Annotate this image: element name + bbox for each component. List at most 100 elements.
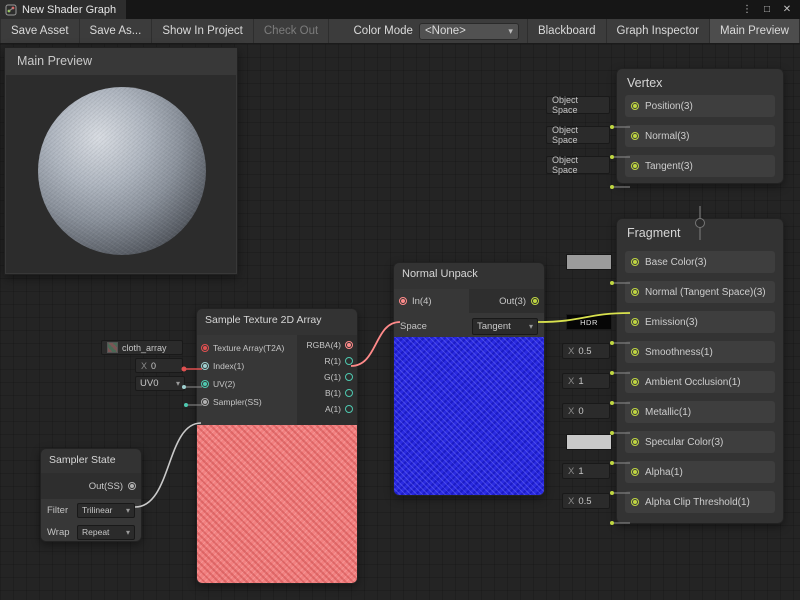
base-color-swatch[interactable] [566,254,612,270]
metallic-port[interactable] [631,408,639,416]
space-dropdown[interactable]: Tangent ▾ [472,318,538,335]
filter-dropdown[interactable]: Trilinear ▾ [77,503,135,518]
normal-unpack-node[interactable]: Normal Unpack In(4) Out(3) Space Tangent… [393,262,545,496]
color-mode-dropdown[interactable]: <None> ▾ [419,23,519,40]
fragment-row-specular-color[interactable]: Specular Color(3) [625,431,775,453]
output-g[interactable]: G(1) [297,369,357,385]
sampler-state-ports: Out(SS) [41,473,141,499]
fragment-row-smoothness[interactable]: Smoothness(1) [625,341,775,363]
sampler-port[interactable] [201,398,209,406]
alpha-field[interactable]: X 1 [562,463,610,479]
x-label: X [568,406,574,417]
texture-array-field[interactable]: cloth_array [101,340,183,355]
main-preview-toggle[interactable]: Main Preview [710,19,800,43]
color-mode-value: <None> [425,25,466,37]
specular-color-port[interactable] [631,438,639,446]
vertex-row-tangent[interactable]: Tangent(3) [625,155,775,177]
ambient-occlusion-field[interactable]: X 1 [562,373,610,389]
save-as-button[interactable]: Save As... [80,19,153,43]
unpack-out-row[interactable]: Out(3) [469,289,544,313]
b-port[interactable] [345,389,353,397]
a-port[interactable] [345,405,353,413]
alpha-clip-field[interactable]: X 0.5 [562,493,610,509]
metallic-field[interactable]: X 0 [562,403,610,419]
input-sampler[interactable]: Sampler(SS) [197,393,297,411]
output-a[interactable]: A(1) [297,401,357,417]
unpack-in-row[interactable]: In(4) [394,289,469,313]
check-out-button: Check Out [254,19,329,43]
fragment-row-alpha-clip[interactable]: Alpha Clip Threshold(1) [625,491,775,513]
texture-array-port[interactable] [201,344,209,352]
maximize-icon[interactable]: □ [759,2,775,18]
input-uv[interactable]: UV(2) [197,375,297,393]
sample-texture-2d-array-node[interactable]: Sample Texture 2D Array Texture Array(T2… [196,308,358,584]
r-port[interactable] [345,357,353,365]
position-port[interactable] [631,102,639,110]
input-index[interactable]: Index(1) [197,357,297,375]
output-r[interactable]: R(1) [297,353,357,369]
fragment-row-normal-ts[interactable]: Normal (Tangent Space)(3) [625,281,775,303]
tangent-space-dropdown[interactable]: Object Space [546,156,610,174]
rgba-port[interactable] [345,341,353,349]
specular-color-swatch[interactable] [566,434,612,450]
wrap-dropdown[interactable]: Repeat ▾ [77,525,135,540]
vertex-row-position[interactable]: Position(3) [625,95,775,117]
texture-icon [107,342,118,353]
fragment-row-emission[interactable]: Emission(3) [625,311,775,333]
smoothness-port[interactable] [631,348,639,356]
vertex-node[interactable]: Vertex Position(3) Normal(3) Tangent(3) [616,68,784,184]
menu-icon[interactable]: ⋮ [739,2,755,18]
x-label: X [568,346,574,357]
uv-channel-value: UV0 [140,378,158,389]
normal-port[interactable] [631,132,639,140]
specular-color-label: Specular Color(3) [645,437,723,448]
emission-hdr-field[interactable]: HDR [566,314,612,330]
output-rgba[interactable]: RGBA(4) [297,337,357,353]
index-field[interactable]: X 0 [135,358,183,373]
graph-inspector-toggle[interactable]: Graph Inspector [607,19,710,43]
main-preview-panel[interactable]: Main Preview [4,47,238,275]
g-port[interactable] [345,373,353,381]
fragment-node[interactable]: Fragment Base Color(3) Normal (Tangent S… [616,218,784,524]
unpack-out-port[interactable] [531,297,539,305]
emission-port[interactable] [631,318,639,326]
graph-canvas[interactable]: Main Preview Vertex Position(3) Normal(3… [0,44,800,600]
ambient-occlusion-port[interactable] [631,378,639,386]
save-asset-button[interactable]: Save Asset [0,19,80,43]
uv-port[interactable] [201,380,209,388]
fragment-row-alpha[interactable]: Alpha(1) [625,461,775,483]
alpha-clip-port[interactable] [631,498,639,506]
sampler-state-node[interactable]: Sampler State Out(SS) Filter Trilinear ▾… [40,448,142,542]
index-port[interactable] [201,362,209,370]
sampler-out-row[interactable]: Out(SS) [61,473,141,499]
sampler-out-port[interactable] [128,482,136,490]
edge-samplerstate-to-sampler[interactable] [135,423,201,507]
document-tab[interactable]: New Shader Graph [0,0,126,19]
unpack-in-label: In(4) [412,296,432,307]
normal-space-dropdown[interactable]: Object Space [546,126,610,144]
tangent-port[interactable] [631,162,639,170]
unpack-in-port[interactable] [399,297,407,305]
cloth-texture-preview [197,425,357,583]
close-icon[interactable]: ✕ [779,2,795,18]
position-space-dropdown[interactable]: Object Space [546,96,610,114]
alpha-port[interactable] [631,468,639,476]
blackboard-toggle[interactable]: Blackboard [527,19,607,43]
vertex-row-normal[interactable]: Normal(3) [625,125,775,147]
fragment-row-base-color[interactable]: Base Color(3) [625,251,775,273]
input-texture-array[interactable]: Texture Array(T2A) [197,339,297,357]
smoothness-field[interactable]: X 0.5 [562,343,610,359]
fragment-row-metallic[interactable]: Metallic(1) [625,401,775,423]
a-label: A(1) [325,404,341,414]
b-label: B(1) [325,388,341,398]
stub-dot [610,371,614,375]
main-preview-body [6,75,236,273]
output-b[interactable]: B(1) [297,385,357,401]
show-in-project-button[interactable]: Show In Project [152,19,254,43]
sampler-out-label: Out(SS) [89,481,123,492]
uv-channel-dropdown[interactable]: UV0 ▾ [135,376,185,391]
stub-dot [610,461,614,465]
fragment-row-ambient-occlusion[interactable]: Ambient Occlusion(1) [625,371,775,393]
normal-ts-port[interactable] [631,288,639,296]
base-color-port[interactable] [631,258,639,266]
